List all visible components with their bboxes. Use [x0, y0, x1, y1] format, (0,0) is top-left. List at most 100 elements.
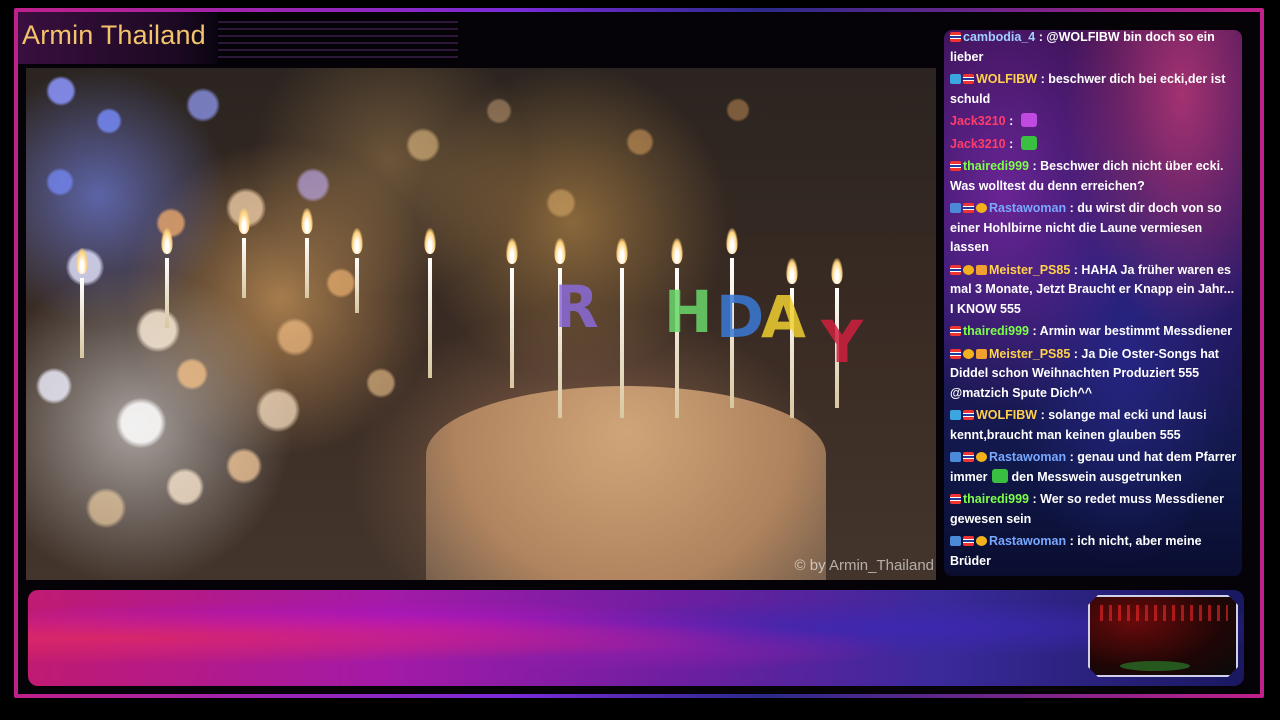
bokeh-light — [366, 368, 396, 398]
chat-message: Rastawoman : du wirst dir doch von so ei… — [950, 199, 1238, 258]
chat-username[interactable]: thairedi999 — [963, 324, 1029, 338]
chat-text: Armin war bestimmt Messdiener — [1039, 324, 1233, 338]
chat-separator: : — [1066, 534, 1078, 548]
chat-username[interactable]: WOLFIBW — [976, 72, 1037, 86]
chat-message: Jack3210 : — [950, 135, 1238, 155]
chat-username[interactable]: Meister_PS85 — [989, 347, 1070, 361]
bokeh-light — [96, 108, 122, 134]
chat-separator: : — [1037, 72, 1049, 86]
bokeh-light — [226, 448, 262, 484]
chat-separator: : — [1066, 201, 1078, 215]
flag-badge-icon — [963, 536, 974, 546]
bokeh-light — [36, 368, 72, 404]
chat-username[interactable]: Jack3210 — [950, 137, 1006, 151]
flag-badge-icon — [963, 203, 974, 213]
candle-flame — [506, 238, 518, 264]
candle-flame — [301, 208, 313, 234]
chat-separator: : — [1066, 450, 1078, 464]
candle-stick — [305, 238, 309, 298]
chat-username[interactable]: WOLFIBW — [976, 408, 1037, 422]
chat-separator: : — [1029, 492, 1041, 506]
chat-message: Jack3210 : — [950, 112, 1238, 132]
candle-stick — [80, 278, 84, 358]
green-emote-icon — [991, 468, 1008, 483]
green-emote-icon — [1020, 135, 1037, 150]
chat-username[interactable]: Jack3210 — [950, 114, 1006, 128]
coin-badge-icon — [976, 203, 987, 213]
bokeh-light — [136, 308, 180, 352]
chat-username[interactable]: Rastawoman — [989, 201, 1066, 215]
bokeh-light — [486, 98, 512, 124]
purple-emote-icon — [1020, 113, 1037, 127]
candle-flame — [76, 248, 88, 274]
coin-badge-icon — [976, 452, 987, 462]
candle-stick — [620, 268, 624, 418]
bokeh-light — [116, 398, 166, 448]
flag-badge-icon — [950, 326, 961, 336]
chat-username[interactable]: thairedi999 — [963, 159, 1029, 173]
candle-stick — [242, 238, 246, 298]
chat-message: Rastawoman : ich nicht, aber meine Brüde… — [950, 532, 1238, 571]
chat-message: thairedi999 : Armin war bestimmt Messdie… — [950, 322, 1238, 342]
flag-badge-icon — [950, 161, 961, 171]
bokeh-light — [296, 168, 330, 202]
chat-separator: : — [1070, 262, 1082, 277]
bokeh-light — [406, 128, 440, 162]
bokeh-light — [176, 358, 208, 390]
stream-title: Armin Thailand — [22, 20, 206, 50]
chat-username[interactable]: thairedi999 — [963, 492, 1029, 506]
birthday-cake — [426, 386, 826, 580]
chat-message: thairedi999 : Wer so redet muss Messdien… — [950, 490, 1238, 529]
candle-flame — [616, 238, 628, 264]
coin-badge-icon — [963, 264, 974, 275]
webcam-red-lights — [1100, 605, 1228, 621]
bokeh-light — [166, 468, 204, 506]
candle-flame — [238, 208, 250, 234]
video-watermark: © by Armin_Thailand — [794, 557, 934, 574]
candle-flame — [424, 228, 436, 254]
webcam-green-glow — [1120, 661, 1190, 671]
candle-flame — [726, 228, 738, 254]
gift-badge-icon — [950, 203, 961, 213]
candle-letter: H — [664, 278, 713, 346]
prime-badge-icon — [950, 410, 961, 420]
gift-badge-icon — [950, 536, 961, 546]
chat-username[interactable]: Rastawoman — [989, 450, 1066, 464]
bokeh-light — [726, 98, 750, 122]
chat-username[interactable]: Rastawoman — [989, 534, 1066, 548]
flag-badge-icon — [950, 32, 961, 42]
chat-message: Meister_PS85 : HAHA Ja früher waren es m… — [950, 261, 1238, 320]
chat-message: Rastawoman : genau und hat dem Pfarrer i… — [950, 448, 1238, 487]
bokeh-light — [46, 76, 76, 106]
bokeh-light — [256, 388, 300, 432]
sub-badge-icon — [976, 348, 987, 359]
chat-separator: : — [1029, 324, 1040, 338]
chat-separator: : — [1037, 408, 1049, 422]
candle-flame — [161, 228, 173, 254]
candle-flame — [831, 258, 843, 284]
bokeh-light — [86, 488, 126, 528]
flag-badge-icon — [950, 494, 961, 504]
bokeh-light — [276, 318, 314, 356]
webcam-frame — [1088, 595, 1238, 677]
candle-flame — [786, 258, 798, 284]
candle-stick — [165, 258, 169, 328]
chat-message: WOLFIBW : solange mal ecki und lausi ken… — [950, 406, 1238, 445]
chat-message-list[interactable]: dein Gutz danke Kino ist an und ich habe… — [950, 30, 1238, 574]
chat-separator: : — [1035, 30, 1047, 44]
chat-panel[interactable]: dein Gutz danke Kino ist an und ich habe… — [944, 30, 1242, 576]
chat-username[interactable]: cambodia_4 — [963, 30, 1035, 44]
candle-flame — [671, 238, 683, 264]
coin-badge-icon — [976, 536, 987, 546]
candle-letter: A — [761, 283, 806, 351]
chat-username[interactable]: Meister_PS85 — [989, 263, 1070, 277]
candle-stick — [510, 268, 514, 388]
sub-badge-icon — [976, 264, 987, 275]
candle-flame — [351, 228, 363, 254]
candle-flame — [554, 238, 566, 264]
chat-message: thairedi999 : Beschwer dich nicht über e… — [950, 157, 1238, 196]
candle-letter: D — [716, 283, 765, 351]
video-player[interactable]: RHDAY © by Armin_Thailand — [26, 68, 936, 580]
flag-badge-icon — [950, 264, 961, 275]
gift-badge-icon — [950, 452, 961, 462]
